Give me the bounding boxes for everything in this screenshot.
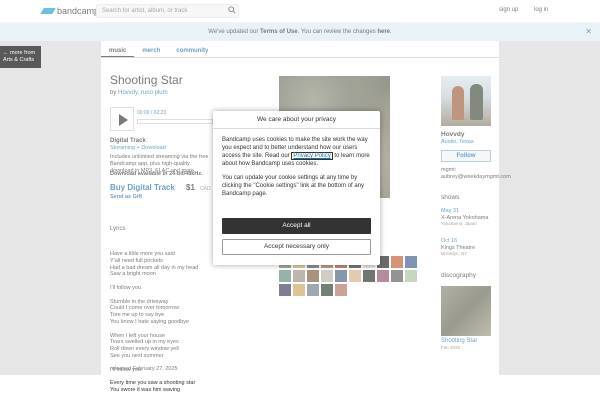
consent-paragraph-1: Bandcamp uses cookies to make the site w…	[222, 136, 371, 168]
consent-body: Bandcamp uses cookies to make the site w…	[213, 129, 380, 211]
cookie-consent-dialog: We care about your privacy Bandcamp uses…	[213, 111, 380, 265]
consent-paragraph-2: You can update your cookie settings at a…	[222, 175, 364, 197]
accept-all-button[interactable]: Accept all	[222, 218, 371, 234]
accept-necessary-button[interactable]: Accept necessary only	[222, 239, 371, 255]
privacy-policy-link[interactable]: Privacy Policy	[291, 152, 333, 160]
consent-heading: We care about your privacy	[213, 111, 380, 129]
